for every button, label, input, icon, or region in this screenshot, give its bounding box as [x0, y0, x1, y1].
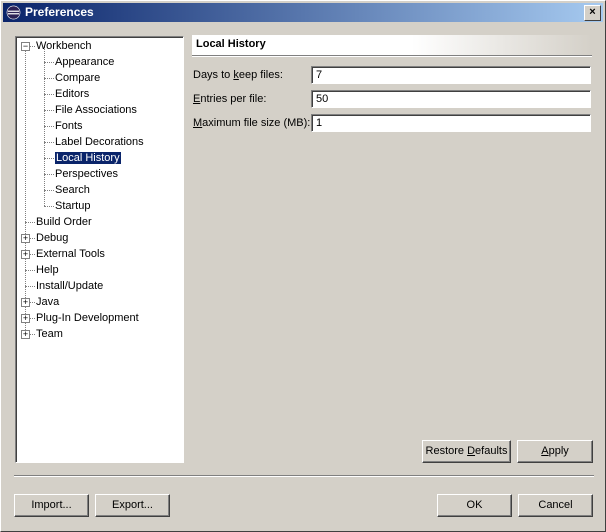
tree-item[interactable]: Perspectives	[55, 167, 118, 182]
tree-item[interactable]: File Associations	[55, 103, 137, 118]
tree-item[interactable]: Java	[36, 295, 59, 310]
tree-item-label: Java	[36, 296, 60, 308]
cancel-button[interactable]: Cancel	[518, 494, 593, 517]
preferences-tree[interactable]: Workbench − Appearance Compare Editors File A…	[15, 36, 184, 463]
max-file-size-label: Maximum file size (MB):	[193, 117, 311, 129]
eclipse-icon	[6, 5, 21, 20]
footer-separator	[14, 475, 594, 477]
tree-item-label: Label Decorations	[55, 136, 144, 148]
close-button[interactable]: ×	[584, 5, 601, 21]
expand-icon[interactable]: +	[21, 314, 30, 323]
tree-item[interactable]: Build Order	[36, 215, 92, 230]
expand-icon[interactable]: +	[21, 330, 30, 339]
tree-item-label: Local History	[54, 151, 122, 165]
tree-item[interactable]: Install/Update	[36, 279, 103, 294]
tree-item[interactable]: Appearance	[55, 55, 114, 70]
tree-item[interactable]: Startup	[55, 199, 90, 214]
tree-item-label: Search	[55, 184, 90, 196]
collapse-icon[interactable]: −	[21, 42, 30, 51]
tree-item-label: Help	[36, 264, 59, 276]
tree-item-label: External Tools	[36, 248, 105, 260]
tree-item[interactable]: Team	[36, 327, 63, 342]
tree-item[interactable]: Debug	[36, 231, 68, 246]
page-title: Local History	[196, 38, 266, 50]
tree-item[interactable]: Compare	[55, 71, 100, 86]
tree-item[interactable]: Workbench	[36, 39, 91, 54]
days-to-keep-label: Days to keep files:	[193, 69, 283, 81]
tree-item-label: Appearance	[55, 56, 115, 68]
tree-item[interactable]: Label Decorations	[55, 135, 144, 150]
tree-item-label: Team	[36, 328, 63, 340]
page-header: Local History	[192, 35, 592, 57]
tree-item-label: Workbench	[36, 40, 92, 52]
preferences-dialog: Preferences × Workbench − Appearance Compar…	[0, 0, 606, 532]
days-to-keep-input[interactable]: 7	[311, 66, 591, 84]
tree-item-label: Install/Update	[36, 280, 104, 292]
tree-item-label: Startup	[55, 200, 91, 212]
tree-item[interactable]: Editors	[55, 87, 89, 102]
ok-button[interactable]: OK	[437, 494, 512, 517]
tree-item[interactable]: Help	[36, 263, 59, 278]
tree-item-label: Perspectives	[55, 168, 118, 180]
tree-item-label: File Associations	[55, 104, 137, 116]
window-title: Preferences	[25, 5, 94, 19]
tree-item[interactable]: Fonts	[55, 119, 83, 134]
tree-item[interactable]: Local History	[54, 151, 122, 166]
tree-item[interactable]: Plug-In Development	[36, 311, 139, 326]
entries-per-file-input[interactable]: 50	[311, 90, 591, 108]
apply-button[interactable]: Apply	[517, 440, 593, 463]
restore-defaults-button[interactable]: Restore Defaults	[422, 440, 511, 463]
entries-per-file-label: Entries per file:	[193, 93, 267, 105]
tree-item-label: Build Order	[36, 216, 92, 228]
tree-item-label: Compare	[55, 72, 101, 84]
import-button[interactable]: Import...	[14, 494, 89, 517]
title-bar: Preferences ×	[3, 3, 603, 22]
tree-item[interactable]: External Tools	[36, 247, 105, 262]
tree-item-label: Debug	[36, 232, 69, 244]
max-file-size-input[interactable]: 1	[311, 114, 591, 132]
export-button[interactable]: Export...	[95, 494, 170, 517]
tree-item-label: Plug-In Development	[36, 312, 139, 324]
expand-icon[interactable]: +	[21, 250, 30, 259]
expand-icon[interactable]: +	[21, 298, 30, 307]
tree-item-label: Fonts	[55, 120, 83, 132]
tree-item-label: Editors	[55, 88, 90, 100]
expand-icon[interactable]: +	[21, 234, 30, 243]
tree-item[interactable]: Search	[55, 183, 90, 198]
